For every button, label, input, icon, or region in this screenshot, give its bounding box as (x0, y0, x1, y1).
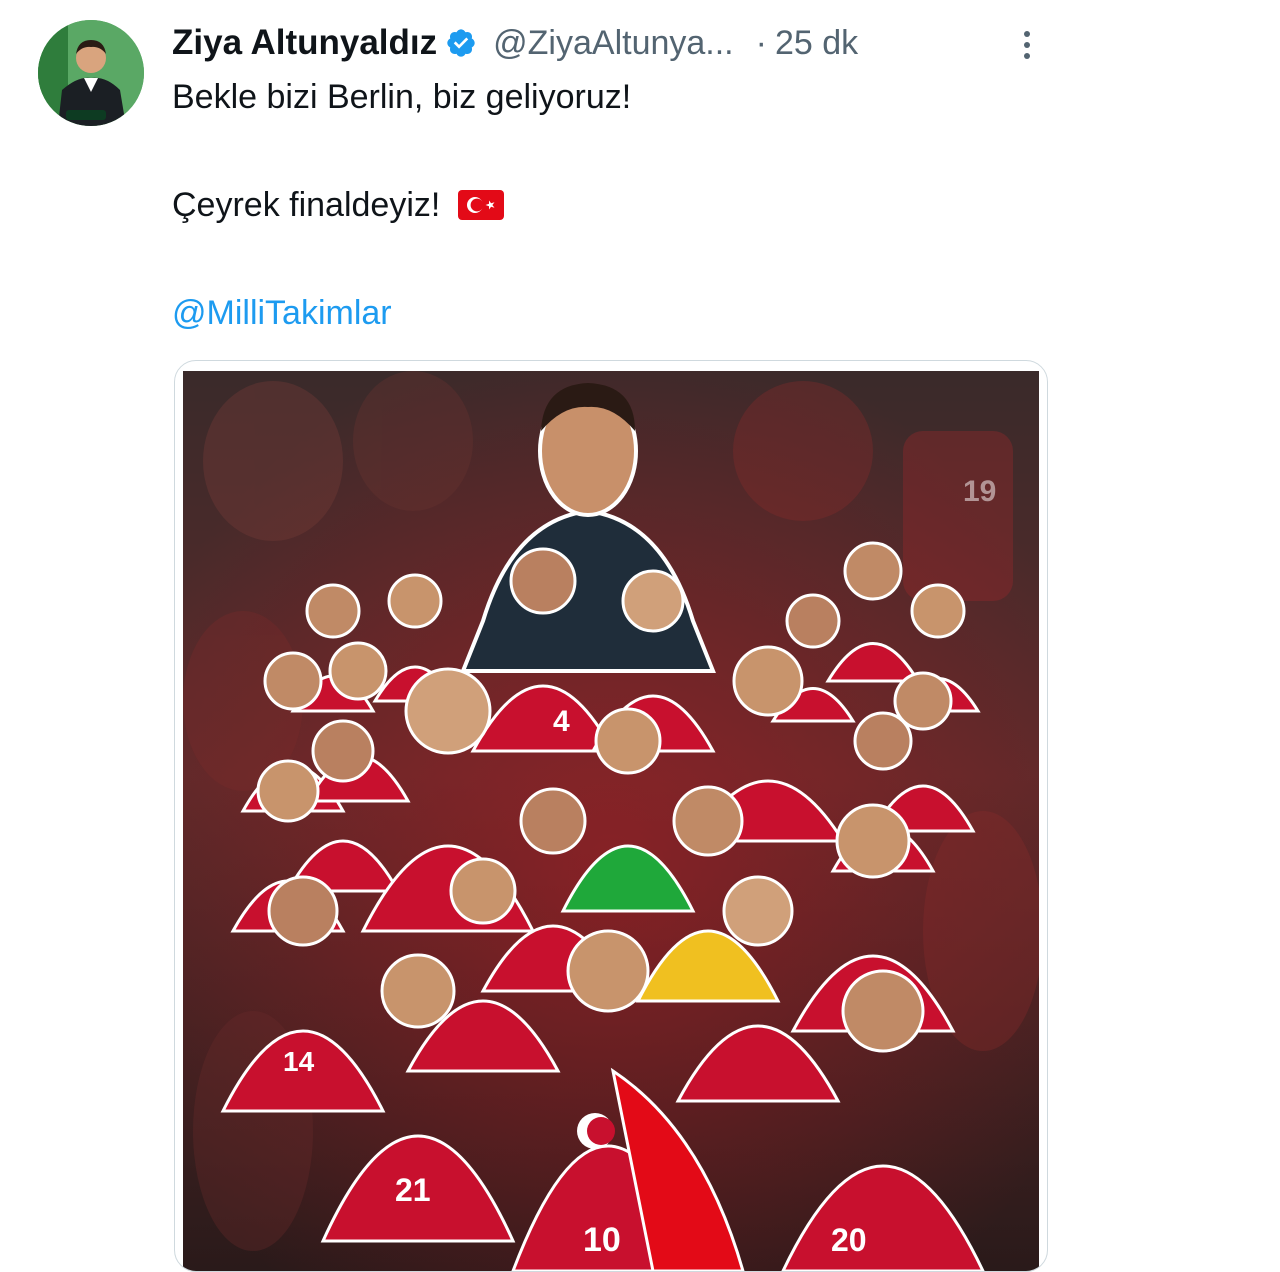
shirt-number-19: 19 (963, 475, 996, 508)
tweet-text-line-2: Çeyrek finaldeyiz! (172, 186, 504, 225)
mention-link[interactable]: @MilliTakimlar (172, 294, 392, 333)
tweet-media-image[interactable]: 4 14 21 20 10 19 (174, 360, 1048, 1272)
avatar-photo (38, 20, 144, 126)
more-vertical-icon[interactable] (1012, 26, 1042, 64)
tweet-header: Ziya Altunyaldız @ZiyaAltunya... · 25 dk (172, 18, 1052, 68)
shirt-number-10: 10 (583, 1221, 621, 1259)
shirt-number-20: 20 (831, 1222, 867, 1258)
author-handle[interactable]: @ZiyaAltunya... (493, 24, 734, 63)
turkey-flag-icon (457, 190, 504, 220)
verified-badge-icon (445, 27, 477, 59)
team-poster-image: 4 14 21 20 10 19 (183, 371, 1039, 1271)
time-separator: · (755, 23, 767, 62)
shirt-number-21: 21 (395, 1172, 431, 1208)
tweet-text-content: Çeyrek finaldeyiz! (172, 186, 441, 224)
tweet-timestamp[interactable]: 25 dk (775, 24, 858, 63)
author-avatar[interactable] (38, 20, 144, 126)
shirt-number-14: 14 (283, 1046, 315, 1077)
tweet-text-line-1: Bekle bizi Berlin, biz geliyoruz! (172, 78, 632, 116)
shirt-number-4: 4 (553, 705, 570, 738)
author-name[interactable]: Ziya Altunyaldız (172, 23, 437, 63)
